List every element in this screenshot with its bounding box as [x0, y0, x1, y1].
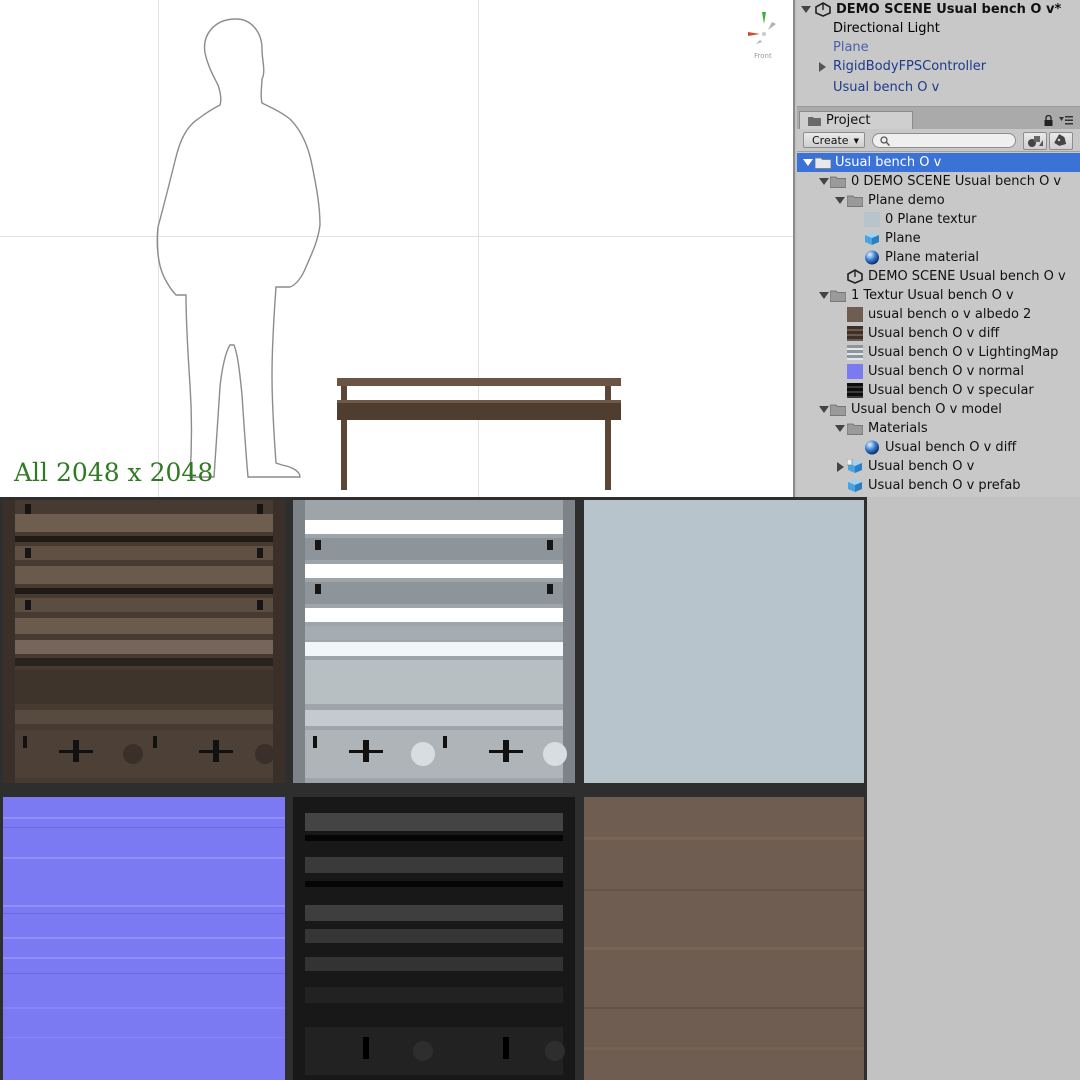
tree-item-plane-mesh[interactable]: Plane — [797, 229, 1080, 248]
panel-menu-icon[interactable] — [1059, 115, 1073, 125]
bench-model-preview — [337, 378, 621, 490]
prefab-cube-icon — [848, 479, 862, 492]
texture-icon — [847, 364, 863, 379]
filter-by-label-button[interactable] — [1049, 132, 1073, 150]
project-toolbar: Create ▼ — [797, 129, 1080, 152]
tree-item-demo-scene-file[interactable]: DEMO SCENE Usual bench O v — [797, 267, 1080, 286]
folder-icon — [847, 195, 863, 207]
create-button[interactable]: Create ▼ — [803, 132, 865, 148]
collapsed-triangle-icon[interactable] — [819, 62, 826, 72]
folder-icon — [847, 423, 863, 435]
hierarchy-item-directional-light[interactable]: Directional Light — [833, 19, 940, 38]
tree-item-diff-texture[interactable]: Usual bench O v diff — [797, 324, 1080, 343]
material-sphere-icon — [865, 440, 879, 455]
tree-item-model-folder[interactable]: Usual bench O v model — [797, 400, 1080, 419]
folder-icon — [830, 290, 846, 302]
tree-item-specular-texture[interactable]: Usual bench O v specular — [797, 381, 1080, 400]
unity-scene-icon — [847, 269, 863, 284]
scene-viewport[interactable]: All 2048 x 2048 Front — [0, 0, 795, 497]
search-input[interactable] — [893, 134, 1003, 147]
tab-project[interactable]: Project — [799, 111, 913, 130]
texture-icon — [847, 326, 863, 341]
expand-triangle-icon[interactable] — [835, 425, 845, 432]
tree-item-materials-folder[interactable]: Materials — [797, 419, 1080, 438]
hierarchy-item-usual-bench[interactable]: Usual bench O v — [833, 78, 939, 97]
dropdown-arrow-icon: ▼ — [853, 137, 859, 145]
texture-icon — [847, 383, 863, 398]
texture-icon — [847, 307, 863, 322]
tree-item-plane-material[interactable]: Plane material — [797, 248, 1080, 267]
texture-icon — [847, 345, 863, 360]
hierarchy-panel: DEMO SCENE Usual bench O v* Directional … — [797, 0, 1080, 106]
gizmo-view-label: Front — [754, 52, 772, 60]
tree-item-textures-folder[interactable]: 1 Textur Usual bench O v — [797, 286, 1080, 305]
scene-title: DEMO SCENE Usual bench O v* — [836, 2, 1062, 17]
tree-item-bench-prefab[interactable]: Usual bench O v prefab — [797, 476, 1080, 495]
folder-icon — [815, 157, 831, 169]
expand-triangle-icon[interactable] — [801, 6, 811, 13]
tree-item-normal-texture[interactable]: Usual bench O v normal — [797, 362, 1080, 381]
tree-item-bench-model[interactable]: Usual bench O v — [797, 457, 1080, 476]
folder-icon — [830, 404, 846, 416]
filter-type-icon — [1028, 136, 1043, 147]
tree-item-usual-bench-root[interactable]: Usual bench O v — [797, 153, 1080, 172]
expand-triangle-icon[interactable] — [819, 292, 829, 299]
expand-triangle-icon[interactable] — [819, 406, 829, 413]
tree-item-diff-material[interactable]: Usual bench O v diff — [797, 438, 1080, 457]
tree-item-plane-texture[interactable]: 0 Plane textur — [797, 210, 1080, 229]
tag-icon — [1054, 134, 1067, 146]
texture-resolution-label: All 2048 x 2048 — [14, 458, 214, 487]
plane-texture-tile — [584, 500, 864, 783]
material-sphere-icon — [865, 250, 879, 265]
search-field[interactable] — [872, 133, 1016, 148]
folder-icon — [830, 176, 846, 188]
hierarchy-item-plane[interactable]: Plane — [833, 38, 869, 57]
human-silhouette — [156, 18, 321, 478]
tree-item-plane-demo-folder[interactable]: Plane demo — [797, 191, 1080, 210]
normal-map-texture-tile — [3, 797, 285, 1080]
tree-item-demo-scene-folder[interactable]: 0 DEMO SCENE Usual bench O v — [797, 172, 1080, 191]
background-fill — [867, 497, 1080, 1080]
expand-triangle-icon[interactable] — [803, 159, 813, 166]
filter-by-type-button[interactable] — [1023, 132, 1047, 150]
model-prefab-icon — [847, 459, 862, 473]
project-tree[interactable]: Usual bench O v 0 DEMO SCENE Usual bench… — [797, 153, 1080, 498]
viewport-border — [793, 0, 795, 497]
albedo-texture-tile — [584, 797, 864, 1080]
expand-triangle-icon[interactable] — [819, 178, 829, 185]
lock-icon[interactable] — [1044, 115, 1053, 126]
unity-scene-icon — [815, 2, 831, 17]
tree-item-albedo-texture[interactable]: usual bench o v albedo 2 — [797, 305, 1080, 324]
specular-texture-tile — [293, 797, 575, 1080]
texture-icon — [864, 212, 880, 227]
search-icon — [880, 136, 890, 146]
expand-triangle-icon[interactable] — [835, 197, 845, 204]
tree-item-lightingmap-texture[interactable]: Usual bench O v LightingMap — [797, 343, 1080, 362]
texture-map-grid — [0, 497, 867, 1080]
project-panel: Project Create ▼ Usual bench O v 0 DEMO … — [797, 106, 1080, 498]
mesh-cube-icon — [865, 232, 879, 245]
project-tab-bar: Project — [797, 107, 1080, 130]
folder-icon — [808, 117, 821, 126]
diffuse-texture-tile — [3, 500, 285, 783]
lighting-map-texture-tile — [293, 500, 575, 783]
collapsed-triangle-icon[interactable] — [837, 462, 844, 472]
